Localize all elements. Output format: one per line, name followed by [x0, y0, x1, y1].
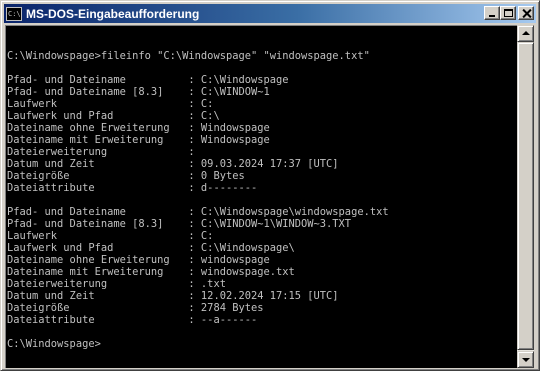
- close-icon: [522, 9, 531, 18]
- console-line: Dateiname mit Erweiterung : Windowspage: [7, 134, 270, 146]
- console-line: Laufwerk und Pfad : C:\Windowspage\: [7, 242, 295, 254]
- vertical-scrollbar[interactable]: [517, 25, 534, 368]
- arrow-up-icon: [522, 31, 530, 35]
- console-line: Laufwerk : C:: [7, 98, 214, 110]
- console-line: Dateigröße : 2784 Bytes: [7, 302, 264, 314]
- console-line: Dateierweiterung : .txt: [7, 278, 226, 290]
- console-line: Dateiattribute : d--------: [7, 182, 258, 194]
- console-line: Datum und Zeit : 12.02.2024 17:15 [UTC]: [7, 290, 339, 302]
- maximize-icon: [504, 9, 513, 17]
- console-text: C:\Windowspage>fileinfo "C:\Windowspage"…: [7, 38, 389, 350]
- console-line: Pfad- und Dateiname : C:\Windowspage: [7, 74, 289, 86]
- console-line: Datum und Zeit : 09.03.2024 17:37 [UTC]: [7, 158, 339, 170]
- minimize-icon: [489, 15, 495, 17]
- console-line: Dateiname ohne Erweiterung : Windowspage: [7, 122, 270, 134]
- console-line: Pfad- und Dateiname : C:\Windowspage\win…: [7, 206, 389, 218]
- scroll-down-button[interactable]: [517, 351, 534, 368]
- console-output[interactable]: C:\Windowspage>fileinfo "C:\Windowspage"…: [5, 25, 517, 368]
- msdos-icon[interactable]: C:\: [6, 6, 22, 21]
- minimize-button[interactable]: [484, 6, 500, 20]
- console-line: Dateiname ohne Erweiterung : windowspage: [7, 254, 270, 266]
- console-line: Laufwerk : C:: [7, 230, 214, 242]
- console-window: C:\ MS-DOS-Eingabeaufforderung C:\Window…: [0, 0, 540, 371]
- console-line: Dateigröße : 0 Bytes: [7, 170, 245, 182]
- console-line: C:\Windowspage>: [7, 338, 101, 350]
- maximize-button[interactable]: [500, 6, 516, 20]
- console-line: Pfad- und Dateiname [8.3] : C:\WINDOW~1: [7, 86, 270, 98]
- scroll-up-button[interactable]: [517, 25, 534, 42]
- console-line: Dateierweiterung :: [7, 146, 195, 158]
- console-line: Pfad- und Dateiname [8.3] : C:\WINDOW~1\…: [7, 218, 352, 230]
- close-button[interactable]: [518, 6, 534, 20]
- scroll-thumb[interactable]: [517, 42, 534, 350]
- console-line: Dateiname mit Erweiterung : windowspage.…: [7, 266, 295, 278]
- title-bar[interactable]: C:\ MS-DOS-Eingabeaufforderung: [4, 4, 536, 23]
- console-line: Laufwerk und Pfad : C:\: [7, 110, 220, 122]
- title-buttons: [484, 6, 534, 20]
- console-line: Dateiattribute : --a------: [7, 314, 258, 326]
- window-title: MS-DOS-Eingabeaufforderung: [26, 6, 200, 21]
- arrow-down-icon: [522, 358, 530, 362]
- console-line: C:\Windowspage>fileinfo "C:\Windowspage"…: [7, 50, 370, 62]
